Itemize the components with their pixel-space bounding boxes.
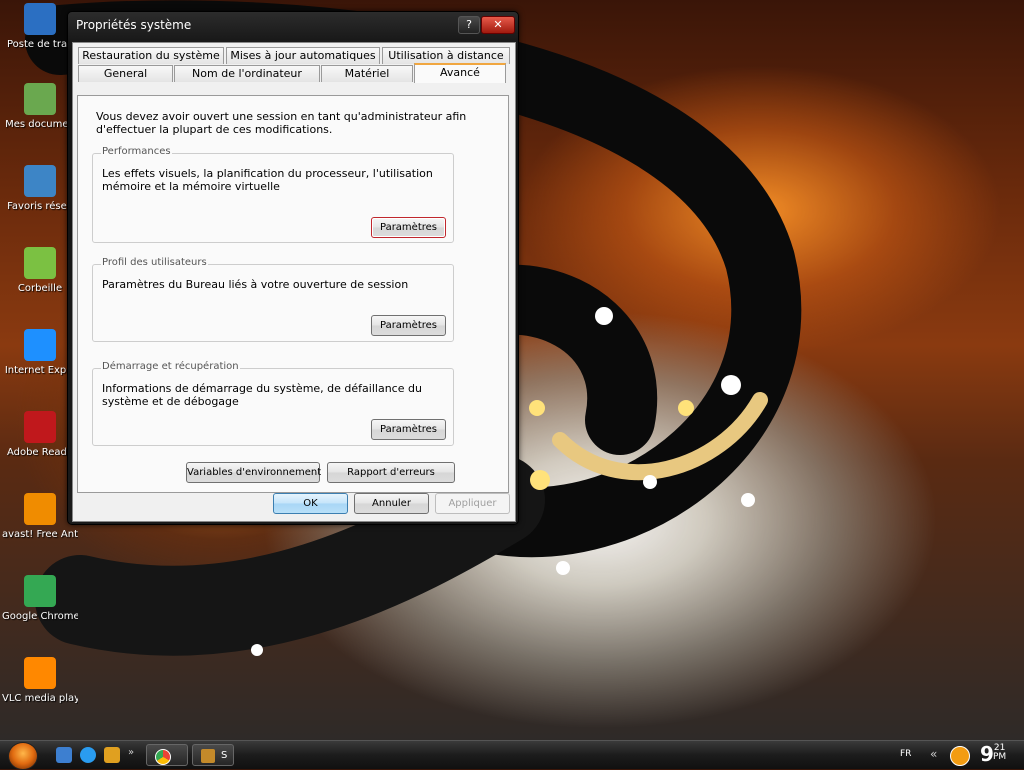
startup-settings-button[interactable]: Paramètres: [371, 419, 446, 440]
dialog-client-area: Restauration du système Mises à jour aut…: [72, 42, 516, 522]
tab-general[interactable]: General: [78, 65, 173, 82]
vlc-icon: [24, 657, 56, 689]
chrome-icon: [24, 575, 56, 607]
avast-tray-icon[interactable]: [950, 746, 970, 766]
performance-settings-button[interactable]: Paramètres: [371, 217, 446, 238]
system-properties-window: Propriétés système ? ✕ Restauration du s…: [67, 11, 519, 525]
desktop-icon[interactable]: Google Chrome: [2, 575, 78, 622]
tab-restauration-systeme[interactable]: Restauration du système: [78, 47, 224, 64]
group-profil-utilisateurs: Profil des utilisateurs Paramètres du Bu…: [92, 257, 454, 342]
tray-expand-icon[interactable]: «: [930, 747, 937, 761]
group-performances: Performances Les effets visuels, la plan…: [92, 146, 454, 243]
desktop-icon-label: avast! Free Antivirus: [2, 529, 78, 540]
cancel-button[interactable]: Annuler: [354, 493, 429, 514]
ok-button[interactable]: OK: [273, 493, 348, 514]
taskbar-task-winamp[interactable]: S: [192, 744, 234, 766]
clock-minute-ampm: 21 PM: [993, 744, 1006, 762]
title-bar[interactable]: Propriétés système ? ✕: [68, 12, 518, 38]
desktop-icon-label: VLC media player: [2, 693, 78, 704]
show-desktop-icon[interactable]: [56, 747, 72, 763]
winamp-icon: [201, 749, 215, 763]
group-title-performances: Performances: [101, 146, 172, 157]
profile-settings-button[interactable]: Paramètres: [371, 315, 446, 336]
recycle-bin-icon: [24, 247, 56, 279]
group-demarrage-recuperation: Démarrage et récupération Informations d…: [92, 361, 454, 446]
clock-hour: 9: [980, 742, 994, 766]
documents-folder-icon: [24, 83, 56, 115]
taskbar: » S FR « 9 21 PM: [0, 740, 1024, 770]
tab-panel-avance: Vous devez avoir ouvert une session en t…: [77, 95, 509, 493]
group-title-demarrage: Démarrage et récupération: [101, 361, 240, 372]
group-title-profil: Profil des utilisateurs: [101, 257, 208, 268]
tab-mises-a-jour[interactable]: Mises à jour automatiques: [226, 47, 380, 64]
group-desc-performances: Les effets visuels, la planification du …: [102, 167, 433, 193]
adobe-reader-icon: [24, 411, 56, 443]
apply-button[interactable]: Appliquer: [435, 493, 510, 514]
chrome-icon: [155, 749, 171, 765]
admin-notice-text: Vous devez avoir ouvert une session en t…: [96, 110, 467, 136]
environment-variables-button[interactable]: Variables d'environnement: [186, 462, 321, 483]
internet-explorer-icon: [24, 329, 56, 361]
task-label: S: [221, 750, 228, 761]
desktop-icon[interactable]: VLC media player: [2, 657, 78, 704]
internet-explorer-icon[interactable]: [80, 747, 96, 763]
close-button[interactable]: ✕: [481, 16, 515, 34]
tab-utilisation-distance[interactable]: Utilisation à distance: [382, 47, 510, 64]
start-button[interactable]: [8, 742, 38, 770]
window-title: Propriétés système: [76, 18, 192, 32]
tab-materiel[interactable]: Matériel: [321, 65, 413, 82]
language-indicator[interactable]: FR: [900, 749, 911, 759]
tab-nom-ordinateur[interactable]: Nom de l'ordinateur: [174, 65, 320, 82]
error-report-button[interactable]: Rapport d'erreurs: [327, 462, 455, 483]
desktop-icon-label: Google Chrome: [2, 611, 78, 622]
media-player-icon[interactable]: [104, 747, 120, 763]
taskbar-clock[interactable]: 9 21 PM: [980, 742, 1006, 766]
tab-avance[interactable]: Avancé: [414, 63, 506, 83]
taskbar-task-chrome[interactable]: [146, 744, 188, 766]
group-desc-demarrage: Informations de démarrage du système, de…: [102, 382, 422, 408]
avast-icon: [24, 493, 56, 525]
group-desc-profil: Paramètres du Bureau liés à votre ouvert…: [102, 278, 409, 291]
network-icon: [24, 165, 56, 197]
quicklaunch-overflow-icon[interactable]: »: [128, 747, 134, 758]
clock-ampm: PM: [993, 752, 1007, 762]
help-button[interactable]: ?: [458, 16, 480, 34]
computer-icon: [24, 3, 56, 35]
